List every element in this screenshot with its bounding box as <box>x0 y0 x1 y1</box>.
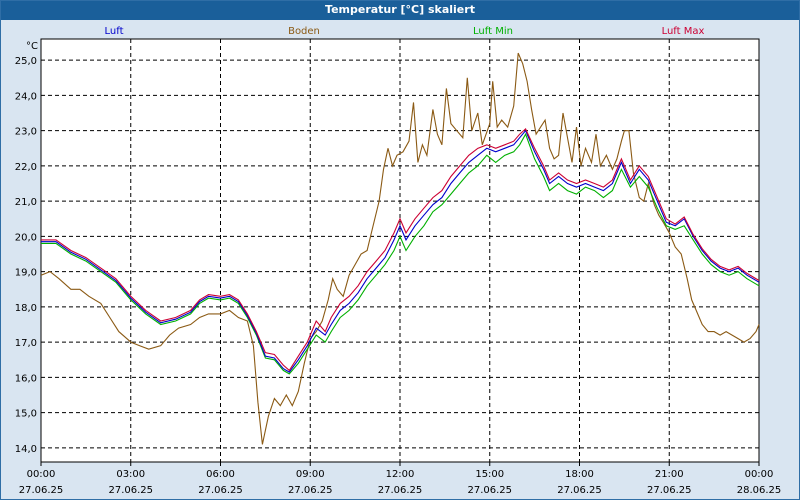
x-tick-date: 27.06.25 <box>288 485 333 496</box>
legend-entry: Luft Min <box>473 26 513 37</box>
y-tick-label: 16,0 <box>15 373 37 384</box>
x-tick-time: 06:00 <box>206 469 235 480</box>
x-tick-time: 12:00 <box>386 469 415 480</box>
legend-entry: Luft <box>105 26 124 37</box>
y-tick-label: 23,0 <box>15 127 37 138</box>
temperature-chart: 14,0 15,0 16,0 17,0 18,0 19,0 20,0 21,0 22,0 23,0… <box>15 26 782 496</box>
x-tick-time: 09:00 <box>296 469 325 480</box>
y-tick-label: 17,0 <box>15 338 37 349</box>
x-tick-time: 03:00 <box>116 469 145 480</box>
y-tick-label: 22,0 <box>15 162 37 173</box>
x-tick-date: 27.06.25 <box>557 485 602 496</box>
y-tick-label: 20,0 <box>15 232 37 243</box>
x-tick-time: 18:00 <box>565 469 594 480</box>
y-tick-label: 14,0 <box>15 444 37 455</box>
chart-window: Temperatur [°C] skaliert 14,0 15,0 16,0 17,… <box>0 0 800 500</box>
y-tick-label: 25,0 <box>15 56 37 67</box>
y-tick-label: 24,0 <box>15 91 37 102</box>
y-axis-unit: °C <box>26 41 38 52</box>
x-tick-time: 21:00 <box>655 469 684 480</box>
x-tick-date: 28.06.25 <box>737 485 782 496</box>
y-tick-label: 15,0 <box>15 409 37 420</box>
x-tick-time: 15:00 <box>475 469 504 480</box>
x-tick-date: 27.06.25 <box>378 485 423 496</box>
y-tick-label: 19,0 <box>15 268 37 279</box>
y-tick-label: 18,0 <box>15 303 37 314</box>
x-tick-date: 27.06.25 <box>19 485 64 496</box>
y-tick-label: 21,0 <box>15 197 37 208</box>
legend-entry: Boden <box>288 26 320 37</box>
x-tick-date: 27.06.25 <box>108 485 153 496</box>
x-tick-date: 27.06.25 <box>198 485 243 496</box>
x-tick-date: 27.06.25 <box>647 485 692 496</box>
x-tick-time: 00:00 <box>745 469 774 480</box>
legend-entry: Luft Max <box>662 26 705 37</box>
x-tick-time: 00:00 <box>27 469 56 480</box>
x-tick-date: 27.06.25 <box>467 485 512 496</box>
